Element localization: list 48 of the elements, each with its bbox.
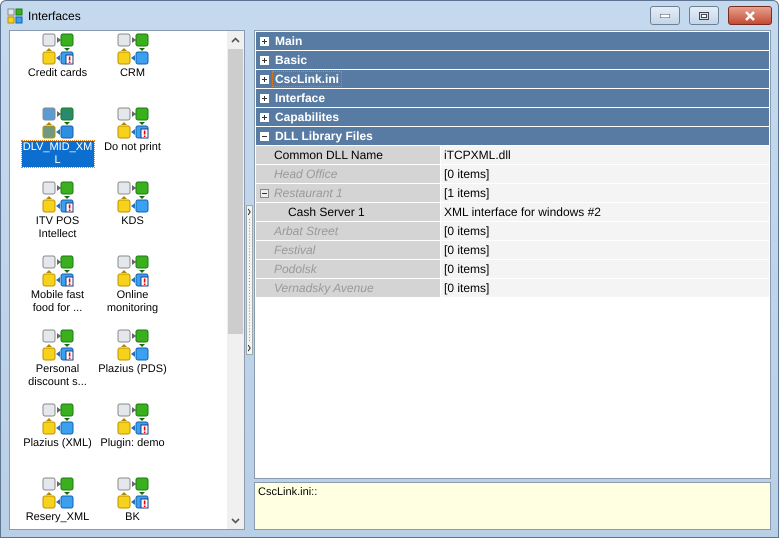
interface-label[interactable]: Credit cards: [26, 67, 88, 80]
expand-icon[interactable]: [260, 74, 269, 84]
category-header[interactable]: DLL Library Files: [256, 127, 769, 145]
category-header[interactable]: Main: [256, 32, 769, 50]
property-name: Common DLL Name: [273, 148, 383, 162]
property-name: Arbat Street: [272, 224, 338, 238]
interface-label[interactable]: Plazius (XML): [22, 437, 93, 450]
close-button[interactable]: [728, 6, 772, 25]
expand-icon[interactable]: [260, 94, 269, 102]
interface-label[interactable]: ITV POS Intellect: [21, 215, 94, 241]
scrollbar[interactable]: [227, 31, 244, 529]
interface-label[interactable]: Resery_XML: [24, 511, 90, 524]
expand-icon[interactable]: [260, 36, 269, 46]
property-name: Podolsk: [273, 262, 317, 276]
interface-label[interactable]: Mobile fast food for ...: [21, 289, 94, 315]
property-value[interactable]: iTCPXML.dll: [441, 146, 769, 164]
maximize-button[interactable]: [689, 6, 719, 25]
property-name: Festival: [273, 243, 316, 257]
property-name: Head Office: [273, 167, 338, 181]
interface-label[interactable]: Personal discount s...: [21, 363, 94, 389]
category-header[interactable]: Interface: [256, 89, 769, 107]
minimize-icon: [660, 14, 670, 18]
close-icon: [744, 10, 756, 20]
scroll-up-icon[interactable]: [231, 36, 240, 42]
scroll-down-icon[interactable]: [231, 518, 240, 524]
category-header[interactable]: CscLink.ini: [256, 70, 769, 88]
interface-label[interactable]: Plugin: demo: [99, 437, 166, 450]
minimize-button[interactable]: [650, 6, 680, 25]
app-icon: [7, 8, 23, 24]
category-header[interactable]: Capabilites: [256, 108, 769, 126]
description-box: CscLink.ini::: [254, 482, 771, 530]
interface-label[interactable]: DLV_MID_XML: [22, 141, 94, 167]
property-name: Cash Server 1: [287, 205, 365, 219]
interface-label[interactable]: Plazius (PDS): [97, 363, 168, 376]
interface-label[interactable]: Online monitoring: [96, 289, 169, 315]
interface-label[interactable]: BK: [124, 511, 141, 524]
property-name: Vernadsky Avenue: [273, 281, 374, 295]
property-name: Restaurant 1: [273, 186, 343, 200]
expand-icon[interactable]: [260, 56, 269, 64]
splitter-handle[interactable]: [246, 205, 253, 355]
interface-label[interactable]: CRM: [118, 67, 146, 80]
maximize-icon: [699, 12, 709, 20]
interface-label[interactable]: KDS: [120, 215, 145, 228]
window-title: Interfaces: [28, 8, 82, 22]
scroll-thumb[interactable]: [228, 49, 243, 334]
interface-label[interactable]: Do not print: [103, 141, 162, 154]
category-header[interactable]: Basic: [256, 51, 769, 69]
expand-icon[interactable]: [260, 112, 269, 122]
